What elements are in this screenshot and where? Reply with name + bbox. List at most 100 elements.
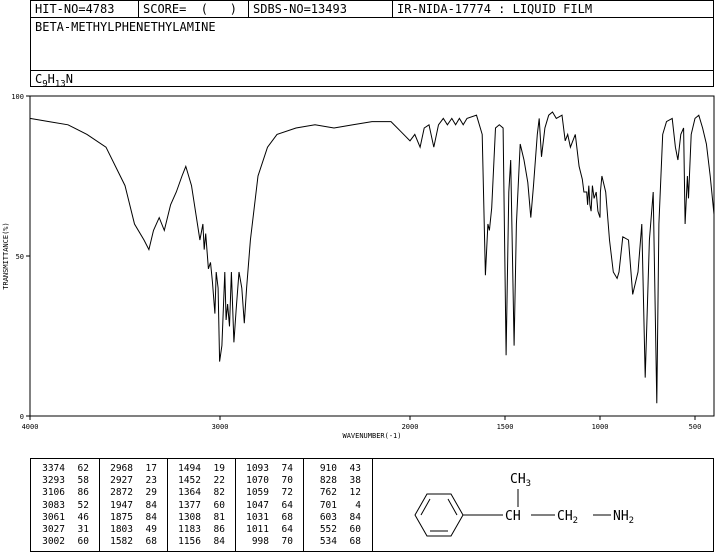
peak-wavenumber: 1011 <box>246 524 269 536</box>
peak-wavenumber: 3106 <box>42 487 65 499</box>
peak-wavenumber: 1031 <box>246 511 269 523</box>
sdbs-number: SDBS-NO=13493 <box>249 1 393 18</box>
column-divider <box>167 459 168 551</box>
peak-wavenumber: 2927 <box>110 475 133 487</box>
ir-method: IR-NIDA-17774 : LIQUID FILM <box>397 2 593 16</box>
peak-row: 1875 84 <box>99 512 167 524</box>
peak-row: 1364 82 <box>167 487 235 499</box>
x-tick-label: 2000 <box>402 423 419 431</box>
peak-intensity: 86 <box>213 524 225 536</box>
peak-intensity: 4 <box>355 499 361 511</box>
peak-intensity: 68 <box>281 511 293 523</box>
peak-row: 1059 72 <box>235 487 303 499</box>
peak-row: 3293 58 <box>31 475 99 487</box>
column-divider <box>303 459 304 551</box>
peak-wavenumber: 2872 <box>110 487 133 499</box>
peak-wavenumber: 1377 <box>178 499 201 511</box>
peak-intensity: 38 <box>349 475 361 487</box>
peak-row: 3374 62 <box>31 463 99 475</box>
peak-intensity: 86 <box>77 487 89 499</box>
compound-name-box: BETA-METHYLPHENETHYLAMINE <box>30 17 714 71</box>
peak-wavenumber: 3027 <box>42 524 65 536</box>
peak-intensity: 22 <box>213 475 225 487</box>
peak-intensity: 62 <box>77 463 89 474</box>
peak-row: 1047 64 <box>235 500 303 512</box>
peak-wavenumber: 1059 <box>246 487 269 499</box>
peak-intensity: 31 <box>77 524 89 536</box>
formula-box: C9H13N <box>30 70 714 90</box>
peak-intensity: 23 <box>145 475 157 487</box>
peak-row: 2927 23 <box>99 475 167 487</box>
peak-wavenumber: 910 <box>319 463 337 474</box>
peak-row: 1156 84 <box>167 536 235 548</box>
peak-intensity: 58 <box>77 475 89 487</box>
peak-wavenumber: 828 <box>319 475 337 487</box>
peak-intensity: 29 <box>145 487 157 499</box>
y-tick-label: 0 <box>20 413 24 421</box>
peak-row: 1947 84 <box>99 500 167 512</box>
peak-wavenumber: 3002 <box>42 536 65 548</box>
peak-wavenumber: 1156 <box>178 536 201 548</box>
peak-intensity: 81 <box>213 511 225 523</box>
peak-wavenumber: 534 <box>319 536 337 548</box>
molecular-formula: C9H13N <box>35 72 73 90</box>
peak-column: 910 43 828 38 762 12 701 4 603 84 552 60 534 68 <box>303 463 371 548</box>
peak-row: 1582 68 <box>99 536 167 548</box>
x-tick-label: 1000 <box>592 423 609 431</box>
peak-row: 1452 22 <box>167 475 235 487</box>
peak-row: 3002 60 <box>31 536 99 548</box>
ch-label: CH <box>505 509 521 524</box>
peak-row: 762 12 <box>303 487 371 499</box>
x-tick-label: 4000 <box>22 423 39 431</box>
peak-intensity: 70 <box>281 536 293 548</box>
y-tick-label: 50 <box>16 253 24 261</box>
peak-intensity: 60 <box>77 536 89 548</box>
compound-name: BETA-METHYLPHENETHYLAMINE <box>35 20 216 34</box>
peak-intensity: 84 <box>213 536 225 548</box>
peak-column: 3374 62 3293 58 3106 86 3083 52 3061 46 3027 31 3002… <box>31 463 99 548</box>
peak-wavenumber: 1364 <box>178 487 201 499</box>
peak-row: 1494 19 <box>167 463 235 475</box>
peak-row: 3061 46 <box>31 512 99 524</box>
x-axis-label: WAVENUMBER(-1) <box>342 432 401 440</box>
y-tick-label: 100 <box>11 93 24 101</box>
peak-intensity: 84 <box>145 511 157 523</box>
peak-intensity: 64 <box>281 499 293 511</box>
peak-wavenumber: 1875 <box>110 511 133 523</box>
peak-wavenumber: 1183 <box>178 524 201 536</box>
peak-intensity: 60 <box>349 524 361 536</box>
peak-intensity: 43 <box>349 463 361 474</box>
peak-intensity: 68 <box>349 536 361 548</box>
column-divider <box>99 459 100 551</box>
peak-intensity: 49 <box>145 524 157 536</box>
peak-row: 1377 60 <box>167 500 235 512</box>
x-tick-label: 1500 <box>497 423 514 431</box>
peak-row: 1183 86 <box>167 524 235 536</box>
peak-wavenumber: 3061 <box>42 511 65 523</box>
ir-spectrum-chart: 100500 4000 3000 2000 1500 1000 500 WAVENUMBE… <box>2 93 715 440</box>
peak-table: 3374 62 3293 58 3106 86 3083 52 3061 46 3027 31 3002… <box>30 458 373 552</box>
peak-wavenumber: 1308 <box>178 511 201 523</box>
peak-wavenumber: 3374 <box>42 463 65 474</box>
score: SCORE= ( ) <box>139 1 249 18</box>
peak-row: 2968 17 <box>99 463 167 475</box>
peak-row: 828 38 <box>303 475 371 487</box>
peak-row: 1093 74 <box>235 463 303 475</box>
peak-row: 603 84 <box>303 512 371 524</box>
peak-wavenumber: 1452 <box>178 475 201 487</box>
y-axis-label: TRANSMITTANCE(%) <box>2 222 10 289</box>
peak-intensity: 46 <box>77 511 89 523</box>
peak-row: 552 60 <box>303 524 371 536</box>
peak-intensity: 12 <box>349 487 361 499</box>
ch3-label: CH3 <box>510 472 531 489</box>
peak-column: 2968 17 2927 23 2872 29 1947 84 1875 84 1803 49 1582… <box>99 463 167 548</box>
nh2-label: NH2 <box>613 509 634 526</box>
peak-intensity: 19 <box>213 463 225 474</box>
peak-intensity: 64 <box>281 524 293 536</box>
peak-row: 1308 81 <box>167 512 235 524</box>
peak-wavenumber: 1803 <box>110 524 133 536</box>
peak-row: 534 68 <box>303 536 371 548</box>
benzene-ring <box>414 493 464 537</box>
transmittance-curve <box>29 111 715 404</box>
peak-row: 2872 29 <box>99 487 167 499</box>
